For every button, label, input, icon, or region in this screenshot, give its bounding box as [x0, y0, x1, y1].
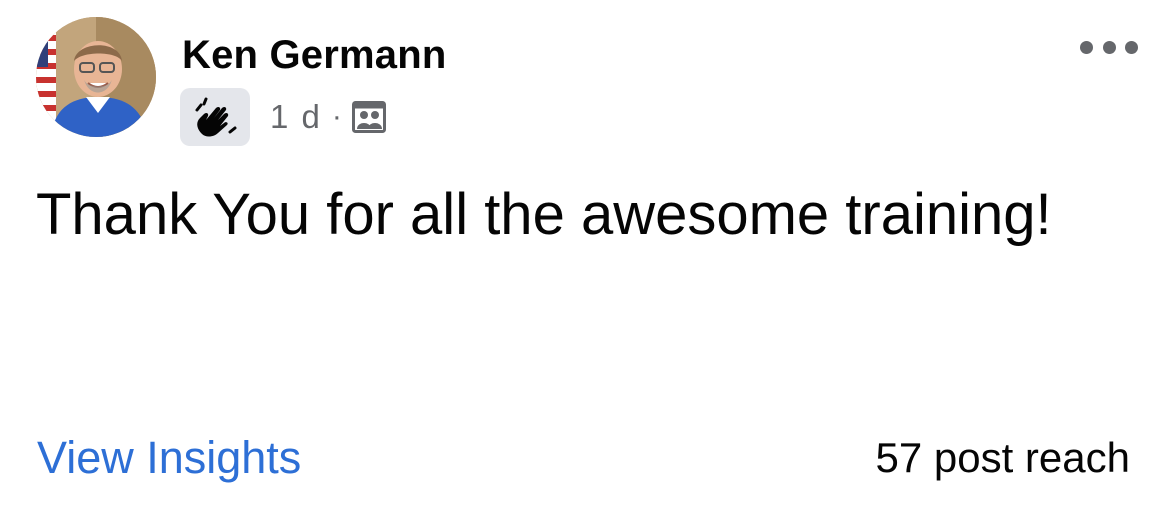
more-dot: [1102, 40, 1116, 54]
wave-hand-badge[interactable]: [180, 88, 250, 146]
meta-separator: ·: [331, 100, 342, 133]
author-name[interactable]: Ken Germann: [182, 33, 447, 77]
more-dot: [1125, 40, 1138, 54]
avatar-photo: [36, 17, 156, 137]
wave-hand-icon: [195, 97, 237, 137]
group-audience-icon[interactable]: [351, 101, 386, 133]
post-timestamp[interactable]: 1 d: [270, 98, 322, 136]
post-text: Thank You for all the awesome training!: [36, 182, 1052, 247]
more-options-icon[interactable]: [1076, 30, 1142, 64]
more-dot: [1080, 40, 1093, 54]
view-insights-link[interactable]: View Insights: [37, 432, 301, 484]
post-meta: 1 d ·: [180, 88, 386, 146]
post-reach: 57 post reach: [875, 434, 1130, 481]
avatar[interactable]: [36, 17, 156, 137]
post-card: Ken Germann 1 d · Thank You for all the …: [0, 0, 1170, 507]
